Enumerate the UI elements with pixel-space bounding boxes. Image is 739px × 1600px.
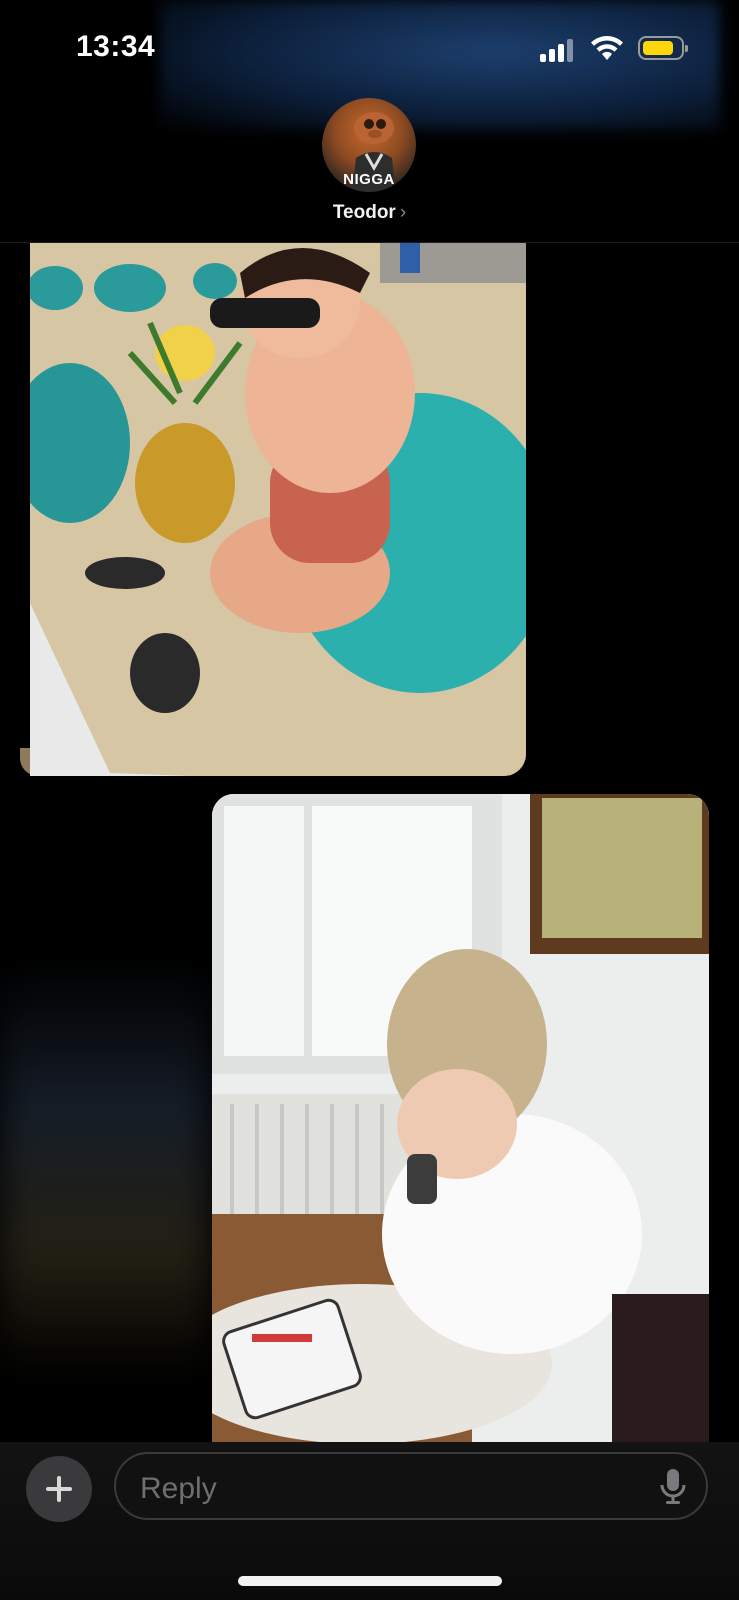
background-glow-left	[0, 960, 210, 1380]
avatar-text: NIGGA	[343, 171, 395, 188]
plus-icon	[46, 1476, 72, 1502]
contact-name-button[interactable]: Teodor ›	[0, 202, 739, 224]
contact-name: Teodor	[332, 202, 396, 223]
microphone-icon[interactable]	[660, 1469, 686, 1505]
contact-avatar[interactable]: NIGGA	[322, 98, 416, 192]
battery-icon	[638, 36, 688, 60]
status-bar: 13:34	[0, 0, 739, 96]
wifi-icon	[591, 36, 623, 60]
cellular-signal-icon	[540, 38, 576, 62]
reply-placeholder: Reply	[140, 1472, 217, 1505]
conversation-header: NIGGA Teodor ›	[0, 96, 739, 243]
indoor-photo-icon	[212, 794, 709, 1442]
add-attachment-button[interactable]	[26, 1456, 92, 1522]
home-indicator[interactable]	[238, 1576, 502, 1586]
battery-level	[643, 41, 673, 55]
beach-photo-icon	[30, 243, 526, 776]
reply-input[interactable]: Reply	[114, 1452, 708, 1520]
photo-message-sent[interactable]	[212, 794, 709, 1442]
chevron-right-icon: ›	[399, 202, 407, 223]
photo-message-received[interactable]	[30, 243, 526, 776]
status-time: 13:34	[76, 30, 156, 63]
